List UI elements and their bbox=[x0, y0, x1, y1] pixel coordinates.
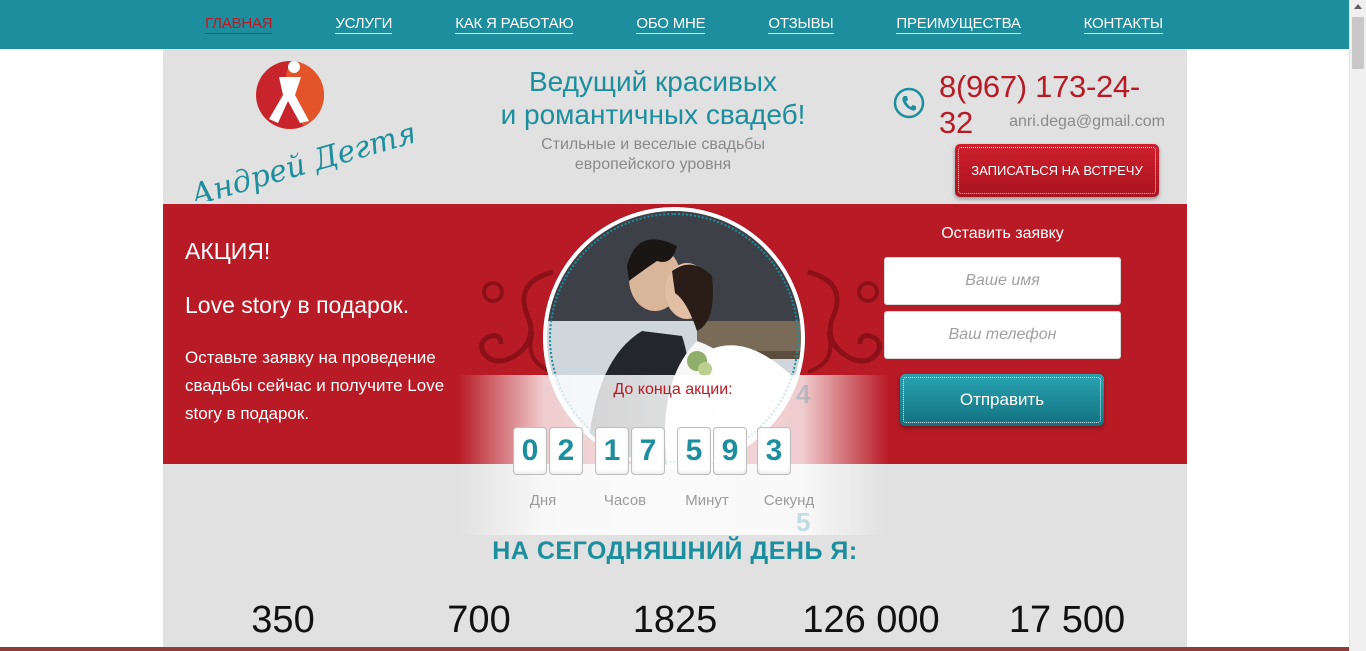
stats-title: НА СЕГОДНЯШНИЙ ДЕНЬ Я: bbox=[492, 537, 858, 565]
page-container: Андрей Дегтярев Ведущий красивых и роман… bbox=[163, 49, 1187, 651]
unit-seconds: Секунд bbox=[763, 492, 815, 509]
name-input[interactable] bbox=[884, 257, 1121, 305]
minutes-digit-2: 9 bbox=[713, 427, 747, 475]
stats-row: 350 700 1825 126 000 17 500 bbox=[163, 599, 1187, 649]
nav-item-how-i-work[interactable]: КАК Я РАБОТАЮ bbox=[455, 15, 574, 34]
stat-value-2: 700 bbox=[447, 599, 511, 641]
book-meeting-button[interactable]: ЗАПИСАТЬСЯ НА ВСТРЕЧУ bbox=[955, 144, 1159, 197]
stat-value-5: 17 500 bbox=[1008, 599, 1126, 641]
header-tagline: Ведущий красивых и романтичных свадеб! С… bbox=[463, 65, 843, 175]
promo-label: АКЦИЯ! bbox=[185, 238, 271, 264]
phone-icon bbox=[893, 87, 925, 124]
hours-digit-2: 7 bbox=[631, 427, 665, 475]
scrollbar-thumb[interactable] bbox=[1352, 17, 1364, 69]
scroll-up-arrow-icon[interactable] bbox=[1354, 4, 1362, 9]
form-title: Оставить заявку bbox=[941, 225, 1064, 242]
days-digit-2: 2 bbox=[549, 427, 583, 475]
nav-item-advantages[interactable]: ПРЕИМУЩЕСТВА bbox=[896, 15, 1021, 34]
unit-days: Дня bbox=[529, 492, 557, 509]
unit-hours: Часов bbox=[603, 492, 647, 509]
nav-item-contacts[interactable]: КОНТАКТЫ bbox=[1083, 15, 1163, 34]
submit-label: Отправить bbox=[959, 390, 1045, 409]
phone-input[interactable] bbox=[884, 311, 1121, 359]
subtitle-line-2: европейского уровня bbox=[574, 156, 732, 173]
countdown-ghost-digit-bottom: 5 bbox=[796, 507, 811, 537]
nav-item-home[interactable]: ГЛАВНАЯ bbox=[205, 15, 273, 34]
minutes-digit-1: 5 bbox=[677, 427, 711, 475]
stat-value-4: 126 000 bbox=[802, 599, 940, 641]
nav-item-services[interactable]: УСЛУГИ bbox=[335, 15, 392, 34]
ornament-right-icon bbox=[807, 269, 882, 374]
book-meeting-label: ЗАПИСАТЬСЯ НА ВСТРЕЧУ bbox=[971, 163, 1143, 178]
promo-title: Love story в подарок. bbox=[185, 292, 410, 318]
days-digit-1: 0 bbox=[513, 427, 547, 475]
tagline-line-1: Ведущий красивых bbox=[528, 66, 778, 97]
countdown-ghost-digit-top: 4 bbox=[796, 379, 811, 409]
seconds-digit: 3 bbox=[757, 427, 791, 475]
countdown-digits: 0 2 1 7 5 9 3 bbox=[513, 427, 813, 477]
vertical-scrollbar[interactable] bbox=[1349, 0, 1366, 651]
countdown-timer: До конца акции: 4 0 2 1 7 5 9 3 Дня Часо… bbox=[458, 375, 888, 535]
countdown-units: Дня Часов Минут Секунд bbox=[503, 492, 833, 512]
dancer-logo-icon: Андрей Дегтярев bbox=[185, 61, 473, 214]
nav-item-about[interactable]: ОБО МНЕ bbox=[636, 15, 706, 34]
nav-menu: ГЛАВНАЯ УСЛУГИ КАК Я РАБОТАЮ ОБО МНЕ ОТЗ… bbox=[163, 0, 1187, 49]
submit-button[interactable]: Отправить bbox=[900, 374, 1104, 426]
stat-value-3: 1825 bbox=[632, 599, 718, 641]
tagline-line-2: и романтичных свадеб! bbox=[500, 99, 806, 130]
countdown-title: До конца акции: bbox=[613, 381, 733, 398]
promo-description: Оставьте заявку на проведение свадьбы се… bbox=[185, 348, 445, 423]
stat-value-1: 350 bbox=[251, 599, 315, 641]
subtitle-line-1: Стильные и веселые свадьбы bbox=[541, 136, 765, 153]
site-logo[interactable]: Андрей Дегтярев bbox=[183, 55, 473, 214]
taskbar-edge bbox=[0, 647, 1349, 651]
top-navigation: ГЛАВНАЯ УСЛУГИ КАК Я РАБОТАЮ ОБО МНЕ ОТЗ… bbox=[0, 0, 1349, 49]
hours-digit-1: 1 bbox=[595, 427, 629, 475]
email-link[interactable]: anri.dega@gmail.com bbox=[923, 113, 1165, 131]
nav-item-reviews[interactable]: ОТЗЫВЫ bbox=[768, 15, 834, 34]
unit-minutes: Минут bbox=[685, 492, 729, 509]
